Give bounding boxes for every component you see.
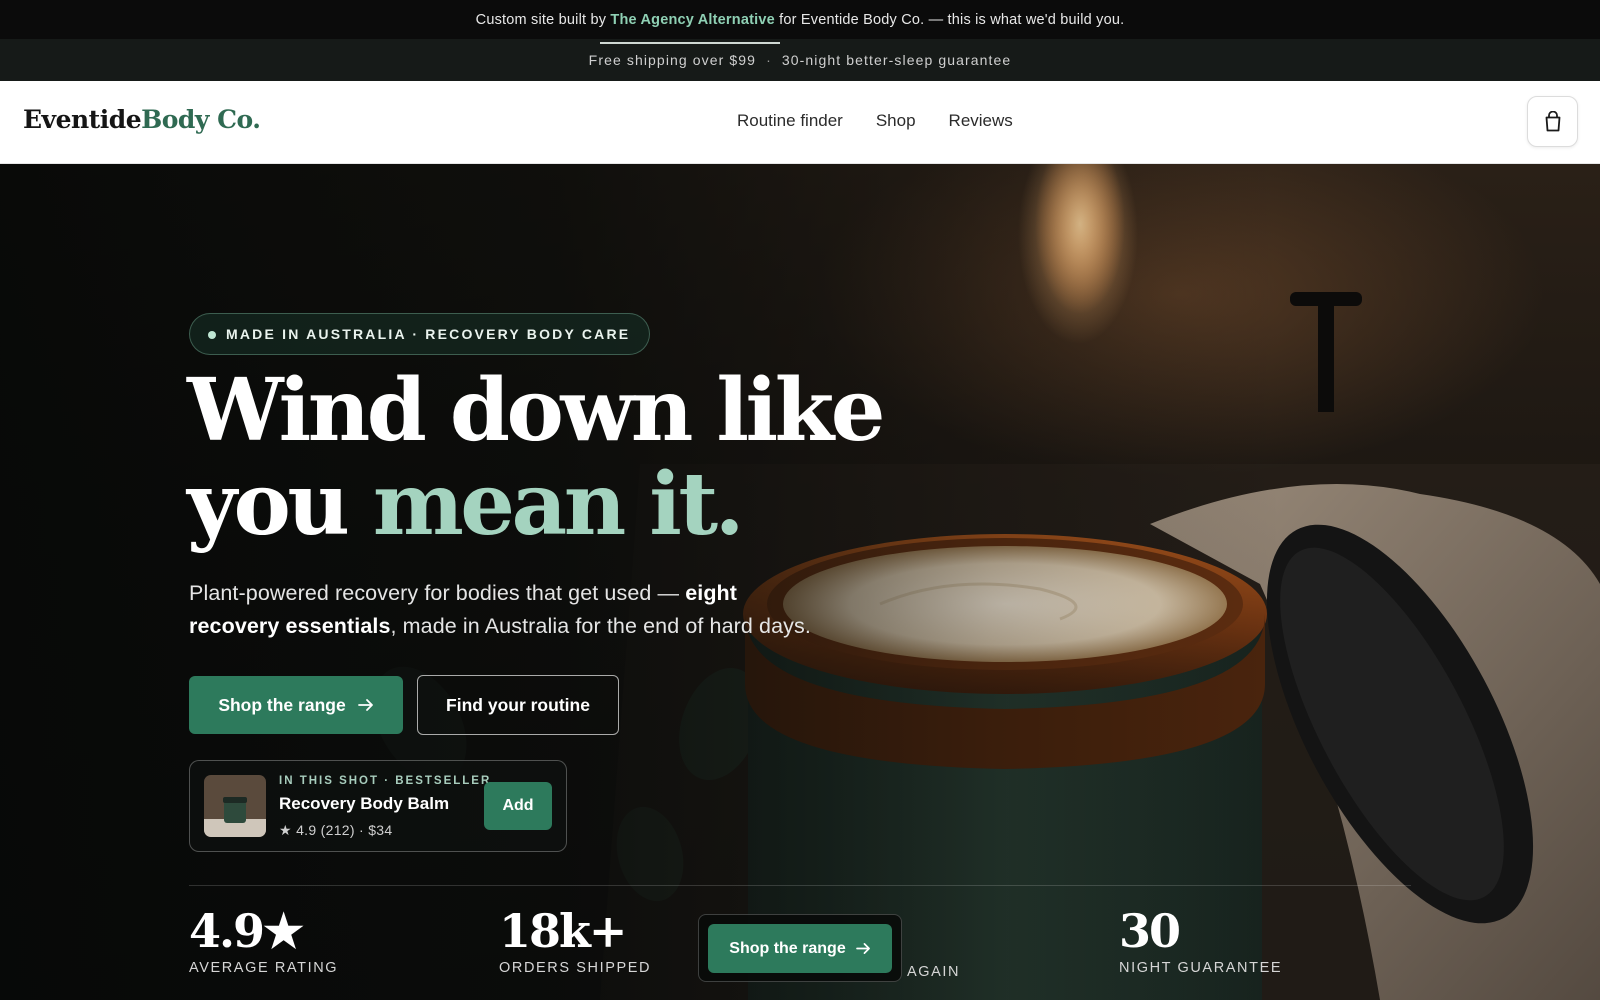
stat-guarantee-value: 30	[1119, 904, 1181, 958]
find-routine-label: Find your routine	[446, 694, 590, 715]
sticky-cta-bar: Shop the range	[698, 914, 902, 982]
stats-divider	[189, 885, 1411, 886]
agency-banner-suffix: for Eventide Body Co. — this is what we'…	[774, 11, 1125, 28]
find-routine-button[interactable]: Find your routine	[417, 675, 619, 735]
stat-guarantee: 30 NIGHT GUARANTEE	[1119, 906, 1282, 976]
logo-accent: Body Co.	[141, 105, 261, 134]
stat-orders-value: 18k+	[499, 904, 627, 958]
main-nav: Routine finder Shop Reviews	[737, 111, 1013, 131]
stat-orders-label: ORDERS SHIPPED	[499, 960, 652, 976]
stat-rating: 4.9★ AVERAGE RATING	[189, 906, 338, 976]
promo-separator: ·	[766, 52, 772, 68]
nav-shop[interactable]: Shop	[876, 111, 916, 131]
product-reviews: (212)	[320, 822, 355, 838]
sticky-shop-range-button[interactable]: Shop the range	[708, 924, 892, 973]
nav-reviews[interactable]: Reviews	[949, 111, 1013, 131]
promo-guarantee: 30-night better-sleep guarantee	[781, 52, 1012, 68]
promo-rotator-indicator	[600, 42, 780, 44]
cart-button[interactable]	[1527, 96, 1578, 147]
logo[interactable]: EventideBody Co.	[23, 105, 261, 134]
agency-banner: Custom site built by The Agency Alternat…	[0, 0, 1600, 39]
star-icon: ★	[279, 822, 292, 838]
agency-banner-prefix: Custom site built by	[475, 11, 611, 28]
hero-sub-part2: , made in Australia for the end of hard …	[390, 614, 811, 638]
origin-badge-text: MADE IN AUSTRALIA · RECOVERY BODY CARE	[226, 326, 631, 342]
shop-range-label: Shop the range	[218, 694, 346, 715]
add-to-cart-button[interactable]: Add	[484, 782, 552, 830]
stat-guarantee-label: NIGHT GUARANTEE	[1119, 960, 1283, 976]
product-rating: 4.9	[296, 822, 317, 838]
sticky-shop-range-label: Shop the range	[729, 939, 846, 957]
arrow-right-icon	[855, 943, 870, 954]
badge-dot-icon	[208, 331, 216, 339]
logo-main: Eventide	[23, 105, 142, 134]
product-meta: ★ 4.9 (212) · $34	[279, 822, 392, 839]
hero-sub-part1: Plant-powered recovery for bodies that g…	[189, 581, 686, 605]
featured-product-card[interactable]: IN THIS SHOT · BESTSELLER Recovery Body …	[189, 760, 567, 852]
hero-headline-line2: you	[187, 454, 373, 555]
hero: MADE IN AUSTRALIA · RECOVERY BODY CARE W…	[0, 164, 1600, 1000]
stat-rating-label: AVERAGE RATING	[189, 960, 339, 976]
origin-badge: MADE IN AUSTRALIA · RECOVERY BODY CARE	[189, 313, 651, 355]
shopping-bag-icon	[1545, 110, 1560, 131]
hero-headline: Wind down like you mean it.	[187, 364, 885, 555]
stat-orders: 18k+ ORDERS SHIPPED	[499, 906, 651, 976]
hero-headline-line1: Wind down like	[187, 360, 885, 461]
stat-rating-value: 4.9★	[189, 904, 304, 958]
agency-link[interactable]: The Agency Alternative	[610, 12, 774, 28]
hero-headline-accent: mean it.	[372, 454, 745, 555]
hero-subheadline: Plant-powered recovery for bodies that g…	[189, 577, 829, 643]
nav-routine-finder[interactable]: Routine finder	[737, 111, 843, 131]
product-thumbnail	[204, 775, 266, 837]
site-header: EventideBody Co. Routine finder Shop Rev…	[0, 81, 1600, 164]
promo-bar: Free shipping over $99 · 30-night better…	[0, 39, 1600, 81]
product-name[interactable]: Recovery Body Balm	[279, 794, 449, 814]
promo-shipping: Free shipping over $99	[588, 52, 757, 68]
arrow-right-icon	[357, 699, 373, 711]
stat-again-label: AGAIN	[907, 964, 961, 980]
product-price: $34	[368, 822, 393, 838]
product-eyebrow: IN THIS SHOT · BESTSELLER	[279, 775, 492, 787]
meta-separator: ·	[359, 822, 364, 838]
shop-range-button[interactable]: Shop the range	[189, 676, 403, 734]
